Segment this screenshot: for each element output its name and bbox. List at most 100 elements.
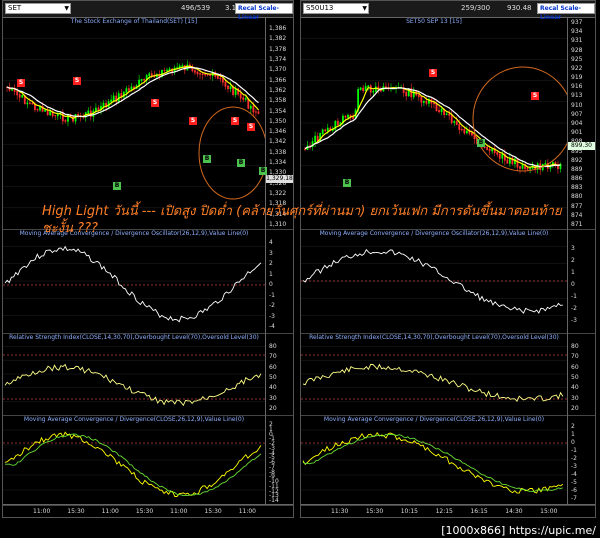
candle-body: [255, 111, 257, 113]
candle-body: [112, 95, 115, 101]
macd-tick-label: -2: [571, 455, 577, 462]
symbol-select[interactable]: SET ▼: [5, 3, 71, 14]
price-tick-label: 1,334: [269, 159, 287, 167]
sell-signal-marker: S: [151, 99, 159, 107]
candle-body: [344, 115, 347, 118]
price-tick-label: 1,350: [269, 117, 287, 125]
rsi-tick-label: 20: [571, 405, 579, 412]
toolbar: S50U13 ▼ 259/300 930.48 Recal Scale-Linea…: [301, 1, 595, 21]
buy-signal-marker: B: [343, 179, 351, 187]
price-tick-label: 901: [571, 129, 583, 137]
candle-body: [326, 127, 329, 132]
macd-oscillator-tick-label: -1: [269, 291, 275, 299]
price-pane[interactable]: The Stock Exchange of Thailand(SET) [15]…: [3, 17, 293, 230]
macd-oscillator-tick-label: -3: [269, 312, 275, 320]
indicator-line: [4, 245, 262, 323]
candle-body: [257, 111, 260, 114]
time-label: 15:30: [135, 508, 154, 515]
candle-body: [201, 73, 204, 75]
candle-body: [64, 120, 67, 122]
candle-body: [249, 105, 252, 109]
candle-body: [181, 65, 184, 67]
indicator-line: [4, 431, 262, 497]
macd-oscillator-tick-label: 2: [269, 260, 273, 267]
candle-body: [460, 129, 463, 131]
rsi-pane[interactable]: Relative Strength Index(CLOSE,14,30,70),…: [301, 333, 595, 416]
rsi-tick-label: 80: [571, 343, 579, 350]
time-label: 15:00: [540, 508, 558, 515]
candle-body: [87, 110, 90, 114]
macd-tick-label: -3: [571, 463, 577, 470]
annotation-text: High Light วันนี้ --- เปิดสูง ปิดต่ำ (คล…: [42, 204, 562, 236]
time-label: 11:00: [170, 508, 188, 515]
candle-body: [224, 81, 227, 87]
symbol-select[interactable]: S50U13 ▼: [303, 3, 369, 14]
time-label: 10:15: [400, 508, 418, 515]
rsi-chart: [3, 346, 265, 407]
candle-body: [28, 102, 31, 104]
macd-oscillator-chart: [3, 245, 265, 323]
price-tick-label: 916: [571, 83, 583, 91]
candle-body: [498, 153, 501, 159]
candle-body: [471, 132, 473, 136]
candle-body: [166, 69, 168, 72]
rsi-tick-label: 20: [269, 405, 277, 412]
rsi-tick-label: 30: [269, 394, 277, 402]
recal-scale-button[interactable]: Recal Scale-Linear: [235, 3, 293, 21]
candle-body: [405, 91, 408, 97]
indicator-line: [302, 248, 563, 314]
time-label: 14:30: [505, 508, 523, 515]
macd-oscillator-pane[interactable]: Moving Average Convergence / Divergence …: [3, 229, 293, 334]
price-pane[interactable]: SET50 SEP 13 [15] 937 934 931 928 925 922 919 9…: [301, 17, 595, 230]
candle-body: [544, 163, 547, 165]
price-tick-label: 1,354: [269, 107, 287, 115]
rsi-tick-label: 40: [269, 384, 277, 392]
price-tick-label: 1,366: [269, 76, 287, 84]
candle-body: [140, 79, 143, 81]
rsi-tick-label: 70: [571, 353, 579, 361]
macd-oscillator-tick-label: 2: [571, 257, 575, 264]
macd-tick-label: -1: [571, 447, 577, 454]
candle-body: [448, 113, 451, 116]
price-tick-label: 883: [571, 184, 583, 192]
candle-body: [125, 88, 128, 93]
rsi-chart: [301, 346, 567, 403]
price-tick-label: 904: [571, 120, 583, 127]
rsi-tick-label: 60: [571, 363, 579, 371]
price-tick-label: 1,346: [269, 128, 287, 136]
macd-pane[interactable]: Moving Average Convergence / Divergence(…: [3, 415, 293, 506]
candle-body: [336, 120, 339, 126]
macd-tick-label: -7: [571, 495, 577, 502]
candle-body: [372, 90, 375, 93]
price-tick-label: 1,374: [269, 55, 287, 63]
candle-body: [516, 158, 519, 168]
candle-body: [54, 115, 57, 117]
candle-body: [242, 97, 245, 100]
time-label: 15:30: [67, 508, 85, 515]
time-label: 12:15: [435, 508, 453, 515]
indicator-line: [302, 432, 564, 494]
candle-body: [526, 167, 529, 170]
candle-body: [417, 94, 420, 98]
last-price-label: 899.30: [568, 142, 595, 150]
time-label: 11:00: [101, 508, 119, 515]
toolbar: SET ▼ 496/539 3.12 Recal Scale-Linear: [3, 1, 293, 21]
price-tick-label: 886: [571, 175, 583, 183]
candle-body: [61, 112, 64, 122]
macd-pane[interactable]: Moving Average Convergence / Divergence(…: [301, 415, 595, 506]
macd-oscillator-axis: 3 2 1 0 -1 -2 -3: [567, 229, 595, 333]
rsi-tick-label: 30: [571, 394, 579, 402]
macd-chart: [301, 429, 567, 494]
price-tick-label: 907: [571, 110, 583, 118]
rsi-tick-label: 70: [269, 353, 277, 361]
macd-tick-label: 2: [571, 423, 575, 430]
macd-oscillator-pane[interactable]: Moving Average Convergence / Divergence …: [301, 229, 595, 334]
price-tick-label: 1,382: [269, 35, 287, 43]
recal-scale-button[interactable]: Recal Scale-Linear: [537, 3, 595, 21]
macd-oscillator-tick-label: 0: [269, 281, 273, 288]
rsi-pane[interactable]: Relative Strength Index(CLOSE,14,30,70),…: [3, 333, 293, 416]
price-tick-label: 1,358: [269, 97, 287, 105]
indicator-line: [302, 363, 564, 403]
sell-signal-marker: S: [247, 123, 255, 131]
price-axis: 937 934 931 928 925 922 919 916 913 910 907 904 901 8…: [567, 17, 595, 229]
